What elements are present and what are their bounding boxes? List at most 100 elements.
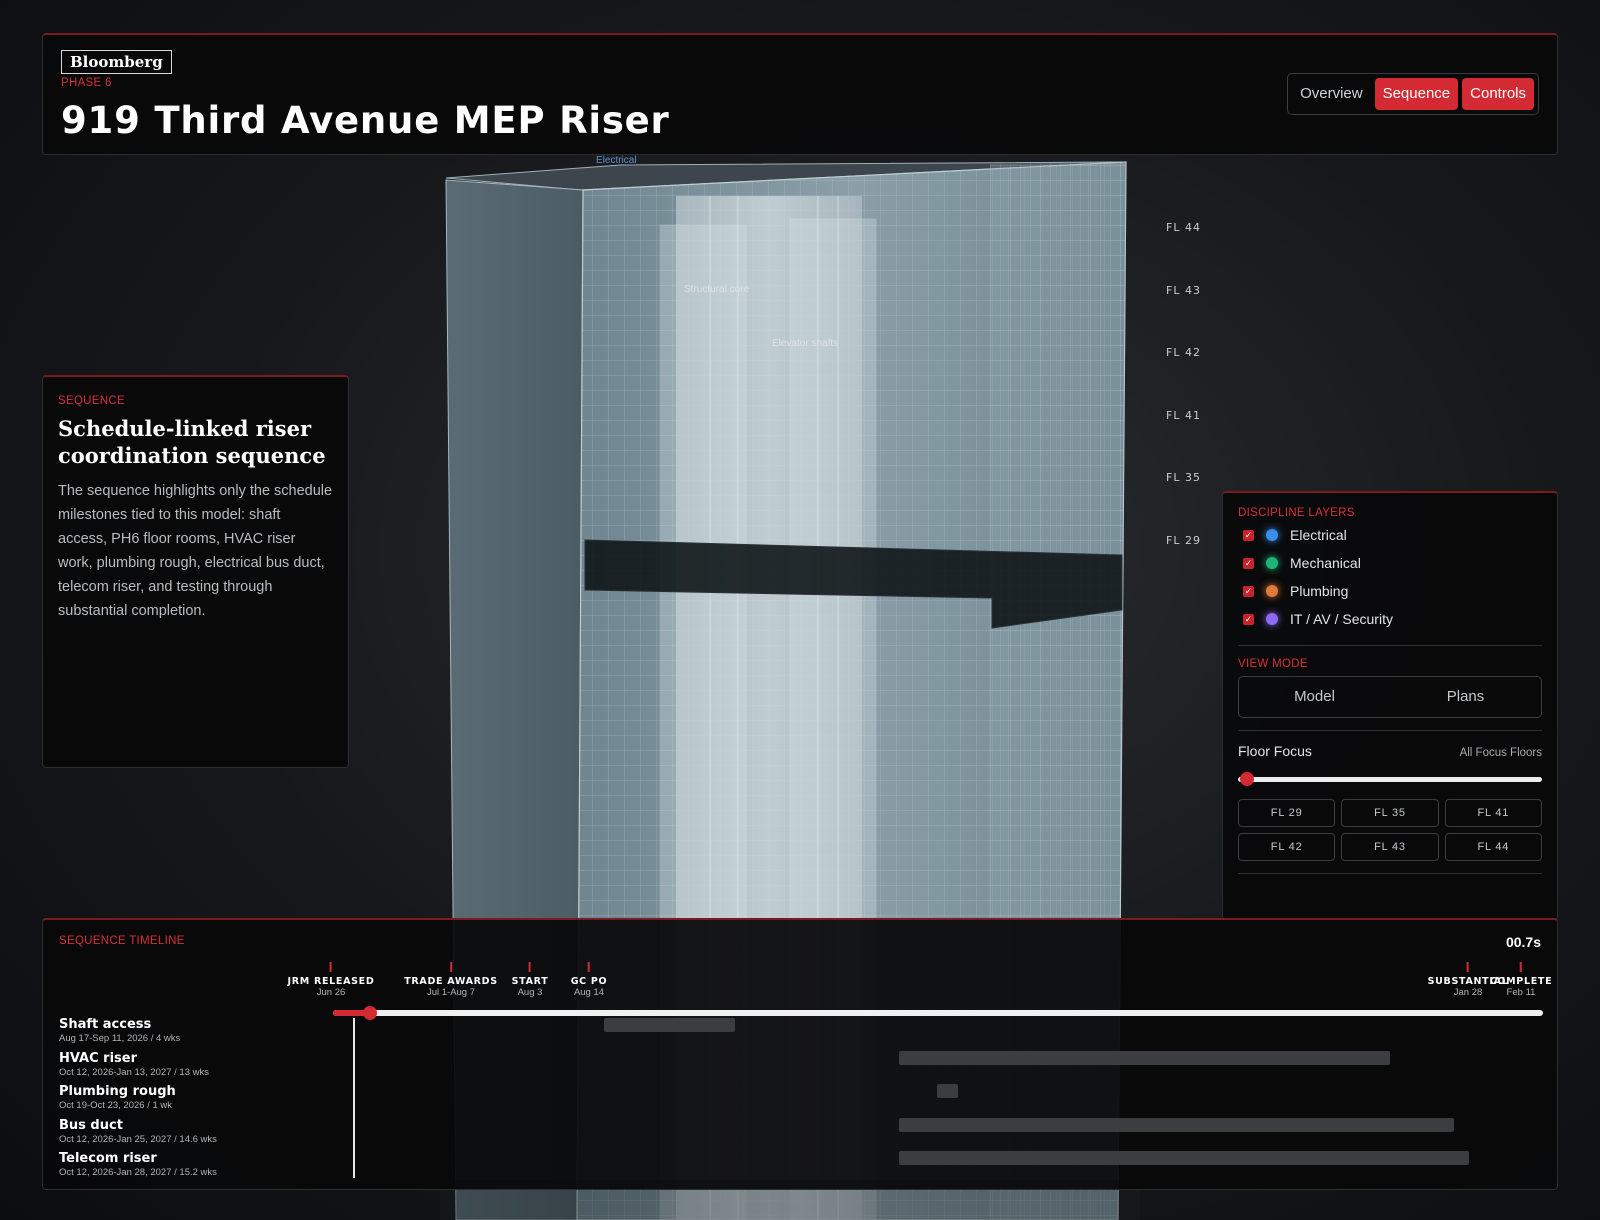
task-dates: Oct 19-Oct 23, 2026 / 1 wk — [59, 1100, 172, 1111]
milestone-trade-awards: TRADE AWARDS Jul 1-Aug 7 — [404, 962, 498, 998]
gantt-bar-shaft-access[interactable] — [604, 1018, 735, 1032]
layer-toggle-mechanical[interactable]: ✓ Mechanical — [1238, 549, 1542, 577]
divider — [1238, 873, 1542, 874]
floor-label-35: FL 35 — [1166, 471, 1201, 484]
floor-button-43[interactable]: FL 43 — [1341, 833, 1439, 861]
milestone-tick — [588, 962, 590, 972]
gantt-bar-telecom-riser[interactable] — [899, 1151, 1469, 1165]
layer-label: IT / AV / Security — [1290, 611, 1393, 627]
layer-checkbox[interactable]: ✓ — [1243, 557, 1254, 569]
sequence-eyebrow: SEQUENCE — [58, 395, 125, 407]
view-mode-toggle: Model Plans — [1238, 676, 1542, 718]
header-panel: Bloomberg PHASE 6 919 Third Avenue MEP R… — [42, 33, 1558, 155]
task-dates: Oct 12, 2026-Jan 25, 2027 / 14.6 wks — [59, 1134, 217, 1145]
floor-label-42: FL 42 — [1166, 346, 1201, 359]
milestone-date: Aug 14 — [573, 987, 605, 998]
view-mode-plans-button[interactable]: Plans — [1390, 677, 1541, 717]
layer-toggle-electrical[interactable]: ✓ Electrical — [1238, 521, 1542, 549]
floor-label-29: FL 29 — [1166, 534, 1201, 547]
floor-button-42[interactable]: FL 42 — [1238, 833, 1336, 861]
elevator-shafts-tag: Elevator shafts — [772, 338, 839, 349]
scrubber-track[interactable] — [333, 1010, 1543, 1016]
tab-overview[interactable]: Overview — [1292, 78, 1371, 110]
floor-button-44[interactable]: FL 44 — [1444, 833, 1542, 861]
floor-focus-slider[interactable] — [1238, 767, 1542, 791]
view-mode-model-button[interactable]: Model — [1239, 677, 1390, 717]
controls-panel: DISCIPLINE LAYERS ✓ Electrical ✓ Mechanical… — [1222, 491, 1558, 921]
task-hvac-riser: HVAC riser Oct 12, 2026-Jan 13, 2027 / 1… — [59, 1051, 209, 1078]
layer-label: Plumbing — [1290, 583, 1349, 599]
gantt-bar-hvac-riser[interactable] — [899, 1051, 1390, 1065]
milestone-name: TRADE AWARDS — [404, 976, 498, 987]
layer-checkbox[interactable]: ✓ — [1243, 613, 1254, 625]
phase-label: PHASE 6 — [61, 77, 112, 89]
layer-toggle-plumbing[interactable]: ✓ Plumbing — [1238, 577, 1542, 605]
floor-button-grid: FL 29 FL 35 FL 41 FL 42 FL 43 FL 44 — [1238, 799, 1542, 861]
structural-core-tag: Structural core — [684, 284, 750, 295]
layer-label: Electrical — [1290, 527, 1347, 543]
timeline-time-readout: 00.7s — [1505, 934, 1541, 950]
tab-controls[interactable]: Controls — [1462, 78, 1534, 110]
electrical-tag: Electrical — [596, 155, 637, 166]
task-shaft-access: Shaft access Aug 17-Sep 11, 2026 / 4 wks — [59, 1017, 180, 1044]
task-name: Plumbing rough — [59, 1084, 176, 1099]
gantt-bar-bus-duct[interactable] — [899, 1118, 1454, 1132]
milestone-start: START Aug 3 — [512, 962, 549, 998]
milestone-date: Feb 11 — [1506, 987, 1536, 998]
milestone-complete: COMPLETE Feb 11 — [1490, 962, 1553, 998]
bloomberg-logo: Bloomberg — [61, 50, 172, 74]
layer-color-dot — [1266, 613, 1278, 625]
slider-thumb[interactable] — [1240, 772, 1254, 786]
floor-label-41: FL 41 — [1166, 409, 1201, 422]
milestone-tick — [1519, 962, 1522, 972]
task-telecom-riser: Telecom riser Oct 12, 2026-Jan 28, 2027 … — [59, 1151, 217, 1178]
divider — [1238, 645, 1542, 646]
sequence-card: SEQUENCE Schedule-linked riser coordinat… — [42, 375, 349, 768]
gantt-bar-plumbing-rough[interactable] — [937, 1084, 958, 1098]
layer-toggle-it-av-security[interactable]: ✓ IT / AV / Security — [1238, 605, 1542, 633]
floor-focus-row: Floor Focus All Focus Floors — [1238, 743, 1542, 759]
milestone-date: Jul 1-Aug 7 — [426, 987, 476, 998]
layer-color-dot — [1266, 585, 1278, 597]
layer-checkbox[interactable]: ✓ — [1243, 585, 1254, 597]
milestone-name: COMPLETE — [1489, 976, 1553, 987]
milestone-tick — [529, 962, 531, 972]
milestone-name: GC PO — [570, 976, 608, 987]
milestone-date: Aug 3 — [517, 987, 543, 998]
view-tabs: Overview Sequence Controls — [1287, 73, 1539, 115]
floor-button-29[interactable]: FL 29 — [1238, 799, 1336, 827]
sequence-heading: Schedule-linked riser coordination seque… — [58, 416, 326, 468]
floor-label-43: FL 43 — [1166, 284, 1201, 297]
discipline-layer-list: ✓ Electrical ✓ Mechanical ✓ Plumbing ✓ IT / AV … — [1238, 521, 1542, 633]
milestone-tick — [449, 962, 452, 972]
sequence-timeline-panel: SEQUENCE TIMELINE 00.7s JRM RELEASED Jun… — [42, 918, 1558, 1190]
view-mode-title: VIEW MODE — [1238, 658, 1308, 670]
timeline-playhead — [353, 1018, 355, 1178]
task-name: HVAC riser — [59, 1051, 138, 1066]
milestone-tick — [330, 962, 332, 972]
layer-color-dot — [1266, 529, 1278, 541]
scrubber-thumb[interactable] — [363, 1006, 377, 1020]
milestone-name: START — [511, 976, 549, 987]
task-dates: Oct 12, 2026-Jan 28, 2027 / 15.2 wks — [59, 1167, 217, 1178]
timeline-scrubber[interactable] — [333, 1006, 1543, 1020]
discipline-layers-title: DISCIPLINE LAYERS — [1238, 507, 1355, 519]
tab-sequence[interactable]: Sequence — [1374, 78, 1459, 110]
floor-button-41[interactable]: FL 41 — [1444, 799, 1542, 827]
timeline-title: SEQUENCE TIMELINE — [59, 935, 185, 947]
milestone-name: JRM RELEASED — [287, 976, 375, 987]
task-dates: Oct 12, 2026-Jan 13, 2027 / 13 wks — [59, 1067, 209, 1078]
floor-focus-label: Floor Focus — [1238, 743, 1312, 759]
floor-focus-value: All Focus Floors — [1459, 747, 1542, 759]
layer-checkbox[interactable]: ✓ — [1243, 529, 1254, 541]
floor-button-35[interactable]: FL 35 — [1341, 799, 1439, 827]
task-dates: Aug 17-Sep 11, 2026 / 4 wks — [59, 1033, 181, 1044]
milestone-jrm-released: JRM RELEASED Jun 26 — [288, 962, 375, 998]
floor-label-44: FL 44 — [1166, 221, 1201, 234]
slider-track[interactable] — [1238, 777, 1542, 782]
task-plumbing-rough: Plumbing rough Oct 19-Oct 23, 2026 / 1 w… — [59, 1084, 176, 1111]
layer-color-dot — [1266, 557, 1278, 569]
divider — [1238, 730, 1542, 731]
sequence-description: The sequence highlights only the schedul… — [58, 483, 333, 619]
task-name: Shaft access — [59, 1017, 152, 1032]
